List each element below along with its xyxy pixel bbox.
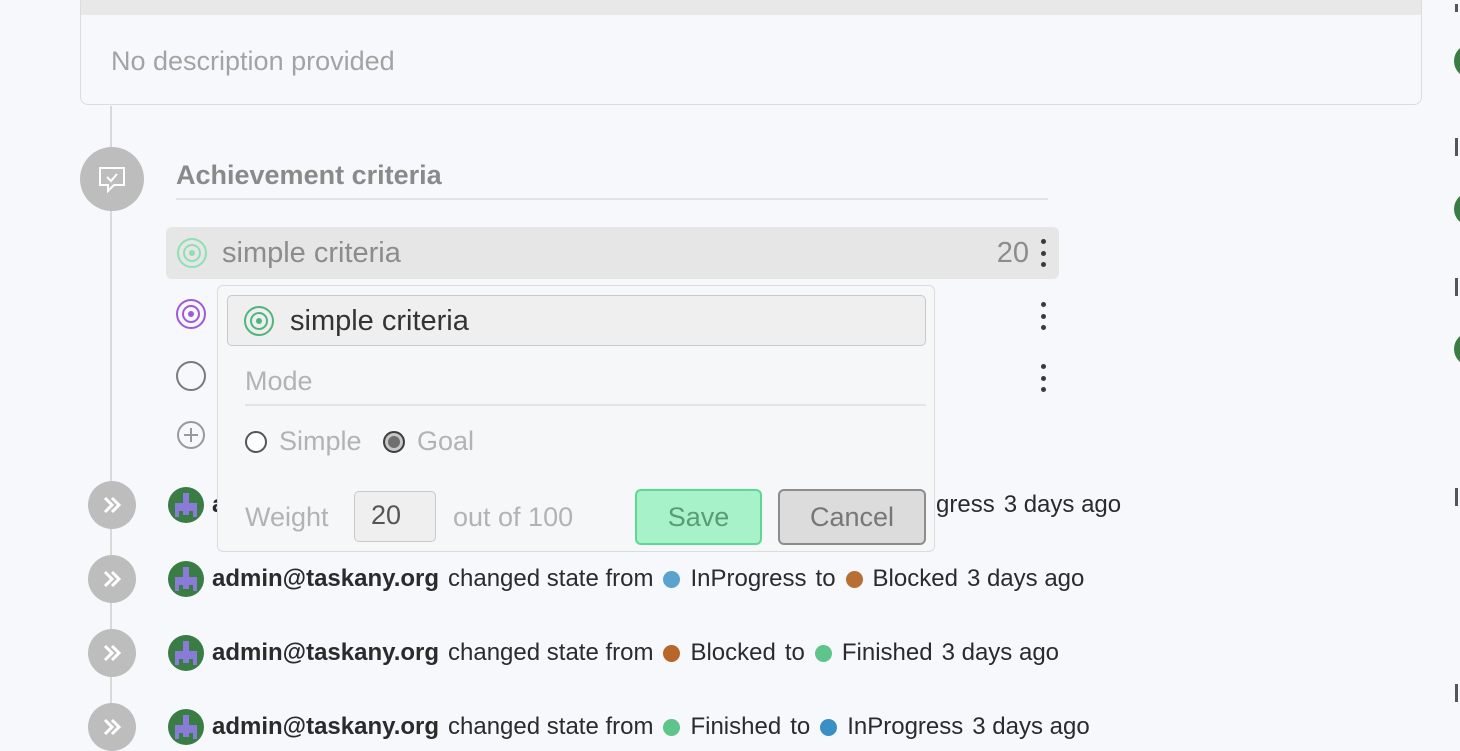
- activity-item: admin@taskany.org changed state from InP…: [168, 561, 1084, 597]
- state-dot: [663, 644, 681, 662]
- radio-simple-label: Simple: [279, 426, 362, 456]
- state-change-icon: [88, 703, 136, 751]
- activity-item: admin@taskany.org changed state from Blo…: [168, 635, 1059, 671]
- more-options-icon[interactable]: [1040, 239, 1046, 267]
- activity-from-state: Blocked: [690, 639, 776, 666]
- state-dot: [663, 570, 681, 588]
- state-change-icon: [88, 481, 136, 529]
- activity-to-word: to: [815, 565, 836, 592]
- criteria-chat-icon: [80, 147, 144, 211]
- activity-from-state: Finished: [690, 713, 782, 740]
- state-change-icon: [88, 555, 136, 603]
- description-header: [81, 0, 1421, 15]
- right-edge-mark: [1455, 488, 1458, 506]
- activity-time: 3 days ago: [972, 713, 1090, 740]
- weight-label: Weight: [245, 502, 329, 532]
- radio-simple[interactable]: Simple: [245, 426, 362, 457]
- activity-user[interactable]: admin@taskany.org: [212, 639, 439, 667]
- radio-goal-label: Goal: [417, 426, 475, 456]
- criteria-item[interactable]: simple criteria 20: [166, 227, 1059, 279]
- target-icon: [176, 237, 208, 269]
- state-dot: [663, 718, 681, 736]
- activity-text: changed state from: [448, 639, 654, 666]
- activity-time: 3 days ago: [966, 565, 1085, 592]
- weight-outof-label: out of 100: [453, 502, 574, 532]
- right-edge-mark: [1455, 4, 1458, 12]
- cancel-button[interactable]: Cancel: [778, 489, 926, 545]
- criteria-label: simple criteria: [222, 237, 401, 269]
- radio-simple-circle[interactable]: [245, 430, 267, 453]
- state-dot: [814, 644, 832, 662]
- add-criteria-icon[interactable]: [175, 419, 207, 451]
- weight-input[interactable]: 20: [354, 491, 436, 542]
- activity-to-state: gress: [936, 491, 995, 518]
- activity-from-state: InProgress: [690, 565, 807, 592]
- avatar[interactable]: [168, 487, 204, 523]
- activity-text: changed state from: [448, 565, 654, 592]
- activity-to-state: Blocked: [872, 565, 958, 592]
- right-edge-mark: [1455, 684, 1458, 702]
- state-dot: [845, 570, 863, 588]
- activity-tail: gress 3 days ago: [936, 487, 1121, 523]
- activity-user[interactable]: admin@taskany.org: [212, 713, 439, 741]
- activity-to-state: InProgress: [847, 713, 964, 740]
- activity-text: changed state from: [448, 713, 654, 740]
- activity-to-state: Finished: [841, 639, 933, 666]
- avatar[interactable]: [168, 709, 204, 745]
- save-button[interactable]: Save: [635, 489, 762, 545]
- activity-time: 3 days ago: [1003, 491, 1122, 518]
- target-icon: [243, 305, 275, 342]
- empty-circle-icon: [175, 360, 207, 392]
- mode-label: Mode: [245, 366, 926, 406]
- activity-to-word: to: [784, 639, 805, 666]
- criteria-weight: 20: [996, 237, 1029, 269]
- description-text: No description provided: [111, 46, 395, 76]
- criteria-name-value: simple criteria: [290, 305, 469, 337]
- target-icon: [175, 298, 207, 330]
- more-options-icon[interactable]: [1040, 364, 1046, 392]
- radio-goal-circle[interactable]: [383, 430, 405, 453]
- avatar[interactable]: [168, 635, 204, 671]
- activity-item: admin@taskany.org changed state from Fin…: [168, 709, 1090, 745]
- criteria-name-input[interactable]: simple criteria: [227, 295, 926, 346]
- more-options-icon[interactable]: [1040, 302, 1046, 330]
- activity-user[interactable]: admin@taskany.org: [212, 565, 439, 593]
- activity-time: 3 days ago: [941, 639, 1060, 666]
- right-edge-mark: [1455, 138, 1458, 156]
- description-card: No description provided: [80, 0, 1422, 105]
- criteria-edit-popup: simple criteria Mode Simple Goal Weight …: [217, 285, 935, 552]
- avatar[interactable]: [168, 561, 204, 597]
- activity-to-word: to: [790, 713, 811, 740]
- section-title: Achievement criteria: [176, 160, 1048, 200]
- radio-goal[interactable]: Goal: [383, 426, 474, 457]
- state-dot: [820, 718, 838, 736]
- state-change-icon: [88, 629, 136, 677]
- right-edge-mark: [1455, 278, 1458, 296]
